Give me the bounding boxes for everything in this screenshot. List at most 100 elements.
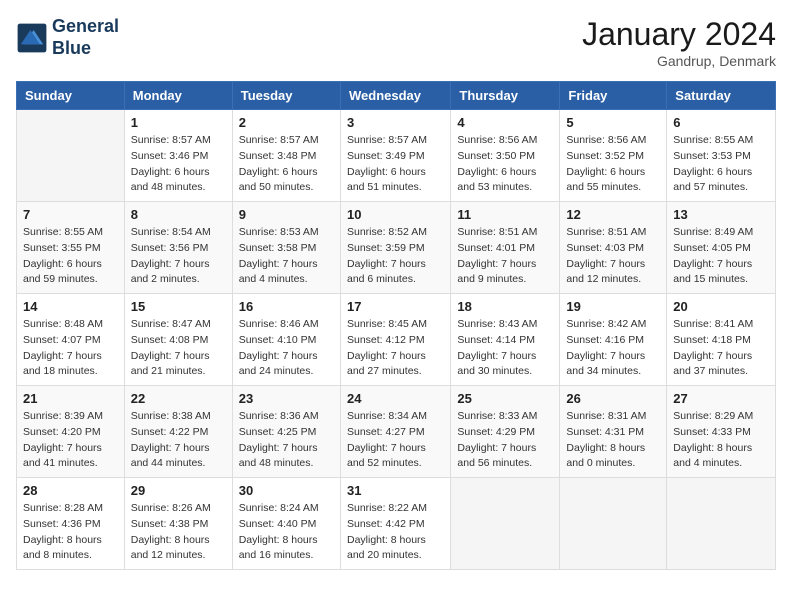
day-info: Sunrise: 8:49 AM Sunset: 4:05 PM Dayligh… <box>673 225 769 288</box>
day-number: 10 <box>347 207 444 222</box>
day-cell: 12Sunrise: 8:51 AM Sunset: 4:03 PM Dayli… <box>560 202 667 294</box>
day-number: 2 <box>239 115 334 130</box>
day-number: 9 <box>239 207 334 222</box>
day-cell: 20 Sunrise: 8:41 AM Sunset: 4:18 PM Dayli… <box>667 294 776 386</box>
day-number: 23 <box>239 391 334 406</box>
day-info: Sunrise: 8:51 AM Sunset: 4:01 PM Dayligh… <box>457 225 553 288</box>
day-cell: 5Sunrise: 8:56 AM Sunset: 3:52 PM Daylig… <box>560 110 667 202</box>
day-cell: 9 Sunrise: 8:53 AM Sunset: 3:58 PM Daylig… <box>232 202 340 294</box>
day-number: 28 <box>23 483 118 498</box>
day-info: Sunrise: 8:45 AM Sunset: 4:12 PM Dayligh… <box>347 317 444 380</box>
day-number: 29 <box>131 483 226 498</box>
day-number: 1 <box>131 115 226 130</box>
day-info: Sunrise: 8:52 AM Sunset: 3:59 PM Dayligh… <box>347 225 444 288</box>
day-cell: 7Sunrise: 8:55 AM Sunset: 3:55 PM Daylig… <box>17 202 125 294</box>
day-info: Sunrise: 8:28 AM Sunset: 4:36 PM Dayligh… <box>23 501 118 564</box>
day-info: Sunrise: 8:29 AM Sunset: 4:33 PM Dayligh… <box>673 409 769 472</box>
day-number: 14 <box>23 299 118 314</box>
day-info: Sunrise: 8:38 AM Sunset: 4:22 PM Dayligh… <box>131 409 226 472</box>
day-cell: 11Sunrise: 8:51 AM Sunset: 4:01 PM Dayli… <box>451 202 560 294</box>
day-cell: 2 Sunrise: 8:57 AM Sunset: 3:48 PM Daylig… <box>232 110 340 202</box>
day-cell: 1 Sunrise: 8:57 AM Sunset: 3:46 PM Daylig… <box>124 110 232 202</box>
day-info: Sunrise: 8:57 AM Sunset: 3:48 PM Dayligh… <box>239 133 334 196</box>
day-number: 5 <box>566 115 660 130</box>
day-number: 15 <box>131 299 226 314</box>
day-number: 21 <box>23 391 118 406</box>
day-info: Sunrise: 8:31 AM Sunset: 4:31 PM Dayligh… <box>566 409 660 472</box>
day-cell: 25Sunrise: 8:33 AM Sunset: 4:29 PM Dayli… <box>451 386 560 478</box>
day-number: 26 <box>566 391 660 406</box>
day-number: 8 <box>131 207 226 222</box>
day-info: Sunrise: 8:43 AM Sunset: 4:14 PM Dayligh… <box>457 317 553 380</box>
day-number: 6 <box>673 115 769 130</box>
day-cell: 23 Sunrise: 8:36 AM Sunset: 4:25 PM Dayli… <box>232 386 340 478</box>
day-info: Sunrise: 8:57 AM Sunset: 3:49 PM Dayligh… <box>347 133 444 196</box>
day-number: 24 <box>347 391 444 406</box>
day-cell <box>17 110 125 202</box>
day-cell: 18 Sunrise: 8:43 AM Sunset: 4:14 PM Dayli… <box>451 294 560 386</box>
month-title: January 2024 <box>582 16 776 53</box>
day-number: 20 <box>673 299 769 314</box>
day-number: 7 <box>23 207 118 222</box>
day-info: Sunrise: 8:46 AM Sunset: 4:10 PM Dayligh… <box>239 317 334 380</box>
day-cell: 24 Sunrise: 8:34 AM Sunset: 4:27 PM Dayli… <box>340 386 450 478</box>
day-info: Sunrise: 8:41 AM Sunset: 4:18 PM Dayligh… <box>673 317 769 380</box>
day-info: Sunrise: 8:55 AM Sunset: 3:53 PM Dayligh… <box>673 133 769 196</box>
day-cell: 15 Sunrise: 8:47 AM Sunset: 4:08 PM Dayli… <box>124 294 232 386</box>
day-cell: 30 Sunrise: 8:24 AM Sunset: 4:40 PM Dayli… <box>232 478 340 570</box>
day-number: 12 <box>566 207 660 222</box>
day-cell: 21 Sunrise: 8:39 AM Sunset: 4:20 PM Dayli… <box>17 386 125 478</box>
day-info: Sunrise: 8:54 AM Sunset: 3:56 PM Dayligh… <box>131 225 226 288</box>
day-cell: 10 Sunrise: 8:52 AM Sunset: 3:59 PM Dayli… <box>340 202 450 294</box>
logo-line2: Blue <box>52 38 119 60</box>
day-info: Sunrise: 8:42 AM Sunset: 4:16 PM Dayligh… <box>566 317 660 380</box>
day-cell <box>451 478 560 570</box>
day-number: 31 <box>347 483 444 498</box>
day-info: Sunrise: 8:34 AM Sunset: 4:27 PM Dayligh… <box>347 409 444 472</box>
weekday-header-wednesday: Wednesday <box>340 82 450 110</box>
day-number: 13 <box>673 207 769 222</box>
day-number: 22 <box>131 391 226 406</box>
day-number: 30 <box>239 483 334 498</box>
day-cell: 27 Sunrise: 8:29 AM Sunset: 4:33 PM Dayli… <box>667 386 776 478</box>
day-cell: 6 Sunrise: 8:55 AM Sunset: 3:53 PM Daylig… <box>667 110 776 202</box>
day-number: 19 <box>566 299 660 314</box>
day-info: Sunrise: 8:57 AM Sunset: 3:46 PM Dayligh… <box>131 133 226 196</box>
week-row-4: 21 Sunrise: 8:39 AM Sunset: 4:20 PM Dayli… <box>17 386 776 478</box>
day-info: Sunrise: 8:24 AM Sunset: 4:40 PM Dayligh… <box>239 501 334 564</box>
day-info: Sunrise: 8:26 AM Sunset: 4:38 PM Dayligh… <box>131 501 226 564</box>
day-cell: 3 Sunrise: 8:57 AM Sunset: 3:49 PM Daylig… <box>340 110 450 202</box>
day-cell: 8 Sunrise: 8:54 AM Sunset: 3:56 PM Daylig… <box>124 202 232 294</box>
day-cell: 19 Sunrise: 8:42 AM Sunset: 4:16 PM Dayli… <box>560 294 667 386</box>
logo-line1: General <box>52 16 119 38</box>
logo: General Blue <box>16 16 119 59</box>
day-number: 3 <box>347 115 444 130</box>
location: Gandrup, Denmark <box>582 53 776 69</box>
day-info: Sunrise: 8:56 AM Sunset: 3:50 PM Dayligh… <box>457 133 553 196</box>
day-cell: 29 Sunrise: 8:26 AM Sunset: 4:38 PM Dayli… <box>124 478 232 570</box>
day-number: 17 <box>347 299 444 314</box>
weekday-header-tuesday: Tuesday <box>232 82 340 110</box>
day-cell <box>667 478 776 570</box>
title-block: January 2024 Gandrup, Denmark <box>582 16 776 69</box>
day-cell: 26 Sunrise: 8:31 AM Sunset: 4:31 PM Dayli… <box>560 386 667 478</box>
day-number: 27 <box>673 391 769 406</box>
week-row-3: 14Sunrise: 8:48 AM Sunset: 4:07 PM Dayli… <box>17 294 776 386</box>
day-cell: 13 Sunrise: 8:49 AM Sunset: 4:05 PM Dayli… <box>667 202 776 294</box>
weekday-header-saturday: Saturday <box>667 82 776 110</box>
day-info: Sunrise: 8:47 AM Sunset: 4:08 PM Dayligh… <box>131 317 226 380</box>
day-info: Sunrise: 8:53 AM Sunset: 3:58 PM Dayligh… <box>239 225 334 288</box>
week-row-2: 7Sunrise: 8:55 AM Sunset: 3:55 PM Daylig… <box>17 202 776 294</box>
day-number: 16 <box>239 299 334 314</box>
day-info: Sunrise: 8:36 AM Sunset: 4:25 PM Dayligh… <box>239 409 334 472</box>
day-info: Sunrise: 8:22 AM Sunset: 4:42 PM Dayligh… <box>347 501 444 564</box>
page-header: General Blue January 2024 Gandrup, Denma… <box>16 16 776 69</box>
day-info: Sunrise: 8:39 AM Sunset: 4:20 PM Dayligh… <box>23 409 118 472</box>
week-row-1: 1 Sunrise: 8:57 AM Sunset: 3:46 PM Daylig… <box>17 110 776 202</box>
weekday-header-friday: Friday <box>560 82 667 110</box>
logo-icon <box>16 22 48 54</box>
day-number: 18 <box>457 299 553 314</box>
day-cell: 22 Sunrise: 8:38 AM Sunset: 4:22 PM Dayli… <box>124 386 232 478</box>
day-cell: 17 Sunrise: 8:45 AM Sunset: 4:12 PM Dayli… <box>340 294 450 386</box>
weekday-header-sunday: Sunday <box>17 82 125 110</box>
